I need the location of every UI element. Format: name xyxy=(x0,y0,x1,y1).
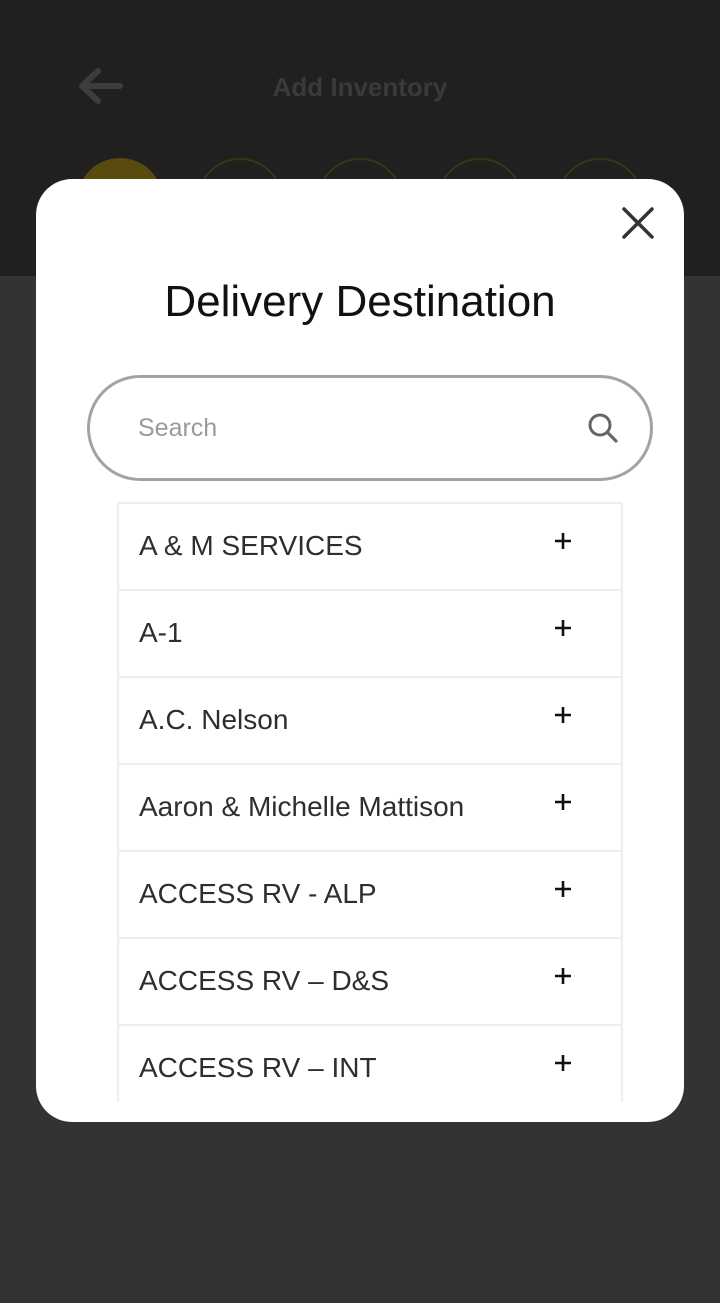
plus-icon[interactable] xyxy=(553,618,573,638)
list-item-label: A-1 xyxy=(139,617,183,648)
search-input[interactable] xyxy=(138,406,558,450)
list-item-label: ACCESS RV – INT xyxy=(139,1052,377,1083)
list-item[interactable]: ACCESS RV – D&S xyxy=(119,939,621,1026)
list-item[interactable]: A & M SERVICES xyxy=(119,504,621,591)
search-box xyxy=(87,375,653,481)
plus-icon[interactable] xyxy=(553,792,573,812)
plus-icon[interactable] xyxy=(553,705,573,725)
page-title: Add Inventory xyxy=(272,72,448,102)
list-item[interactable]: Aaron & Michelle Mattison xyxy=(119,765,621,852)
list-item-label: A & M SERVICES xyxy=(139,530,363,561)
plus-icon[interactable] xyxy=(553,966,573,986)
list-item-label: A.C. Nelson xyxy=(139,704,289,735)
list-item-label: ACCESS RV – D&S xyxy=(139,965,390,996)
close-button[interactable] xyxy=(618,203,658,243)
close-icon xyxy=(618,203,658,243)
plus-icon[interactable] xyxy=(553,879,573,899)
list-item-label: ACCESS RV - ALP xyxy=(139,878,377,909)
list-item[interactable]: A-1 xyxy=(119,591,621,678)
delivery-destination-modal: Delivery Destination A & M SERVICES A-1 … xyxy=(36,179,684,1122)
list-item[interactable]: ACCESS RV - ALP xyxy=(119,852,621,939)
list-item[interactable]: A.C. Nelson xyxy=(119,678,621,765)
search-icon[interactable] xyxy=(586,411,620,445)
plus-icon[interactable] xyxy=(553,1053,573,1073)
plus-icon[interactable] xyxy=(553,531,573,551)
list-item-label: Aaron & Michelle Mattison xyxy=(139,791,465,822)
list-item[interactable]: ACCESS RV – INT xyxy=(119,1026,621,1102)
destination-list[interactable]: A & M SERVICES A-1 A.C. Nelson Aaron & M… xyxy=(117,502,623,1102)
modal-title: Delivery Destination xyxy=(164,277,556,326)
